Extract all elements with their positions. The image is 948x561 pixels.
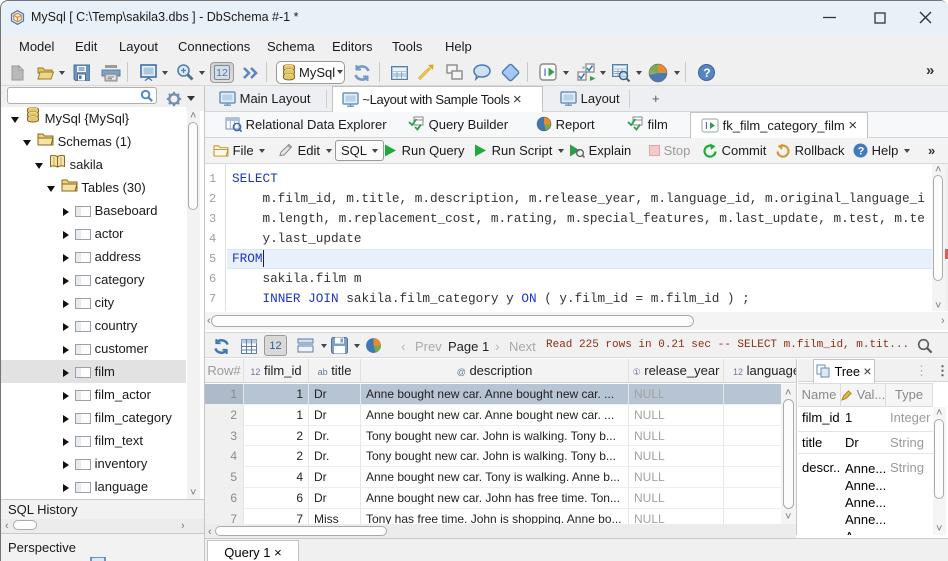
- svg-text:I: I: [544, 67, 547, 79]
- svg-text:I: I: [705, 121, 708, 132]
- svg-text:?: ?: [858, 145, 865, 157]
- svg-text:?: ?: [703, 66, 710, 80]
